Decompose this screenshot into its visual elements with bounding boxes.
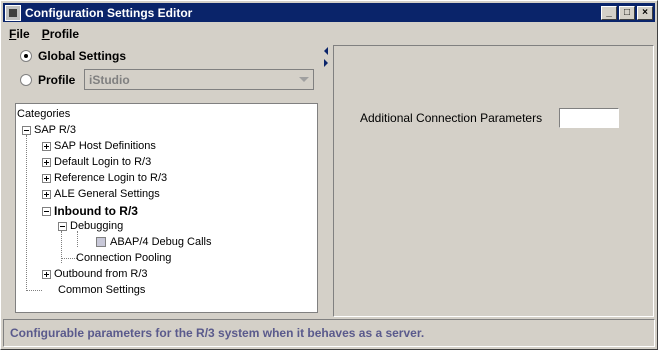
title-bar[interactable]: Configuration Settings Editor _ □ × [3, 3, 655, 22]
status-bar: Configurable parameters for the R/3 syst… [3, 319, 655, 347]
tree-node-connection-pooling[interactable]: Connection Pooling [76, 252, 171, 264]
global-settings-option[interactable]: Global Settings [20, 49, 126, 63]
collapse-icon[interactable] [42, 206, 51, 216]
tree-node-root[interactable]: SAP R/3 [22, 124, 76, 136]
main-window: Configuration Settings Editor _ □ × File… [0, 0, 658, 350]
global-settings-radio[interactable] [20, 50, 32, 62]
tree-node-label: SAP R/3 [34, 124, 76, 136]
profile-label: Profile [38, 73, 76, 87]
split-divider[interactable] [323, 45, 332, 317]
app-icon[interactable] [5, 4, 21, 21]
tree-node-label: Connection Pooling [76, 252, 172, 264]
tree-node-outbound[interactable]: Outbound from R/3 [42, 268, 148, 280]
tree-node-default-login[interactable]: Default Login to R/3 [42, 156, 151, 168]
tree-node-common-settings[interactable]: Common Settings [58, 284, 145, 296]
connection-params-input[interactable] [559, 108, 619, 128]
tree-node-label: Reference Login to R/3 [54, 172, 168, 184]
collapse-icon[interactable] [22, 125, 31, 135]
tree-node-ale-settings[interactable]: ALE General Settings [42, 188, 160, 200]
tree-node-host-definitions[interactable]: SAP Host Definitions [42, 140, 156, 152]
tree-node-label: Default Login to R/3 [54, 156, 152, 168]
window-title: Configuration Settings Editor [25, 5, 193, 20]
categories-label: Categories [17, 108, 71, 120]
expand-icon[interactable] [42, 269, 51, 279]
left-pane: Global Settings Profile iStudio Categori… [4, 45, 324, 317]
tree-node-reference-login[interactable]: Reference Login to R/3 [42, 172, 167, 184]
status-text: Configurable parameters for the R/3 syst… [10, 326, 425, 340]
tree-node-label: ALE General Settings [54, 188, 160, 200]
expand-icon[interactable] [42, 173, 51, 183]
profile-option[interactable]: Profile [20, 73, 75, 87]
categories-tree[interactable]: Categories SAP R/3 SAP Host Definitions … [15, 103, 318, 313]
tree-node-label: Inbound to R/3 [54, 204, 138, 218]
collapse-left-icon[interactable] [324, 47, 328, 55]
right-pane: Additional Connection Parameters [333, 45, 654, 317]
chevron-down-icon[interactable] [295, 70, 313, 89]
menu-profile[interactable]: Profile [36, 27, 85, 41]
tree-node-debugging[interactable]: Debugging [58, 220, 123, 232]
expand-icon[interactable] [42, 189, 51, 199]
tree-node-label: ABAP/4 Debug Calls [110, 236, 212, 248]
tree-node-label: Common Settings [58, 284, 146, 296]
menu-bar: File Profile [3, 24, 655, 44]
global-settings-label: Global Settings [38, 49, 127, 63]
tree-node-label: SAP Host Definitions [54, 140, 156, 152]
minimize-button[interactable]: _ [601, 5, 617, 20]
expand-icon[interactable] [42, 141, 51, 151]
close-button[interactable]: × [637, 5, 653, 20]
tree-node-label: Debugging [70, 220, 124, 232]
profile-select[interactable]: iStudio [84, 69, 314, 90]
maximize-button[interactable]: □ [619, 5, 635, 20]
menu-file[interactable]: File [3, 27, 36, 41]
tree-node-inbound[interactable]: Inbound to R/3 [42, 204, 138, 218]
collapse-icon[interactable] [58, 221, 67, 231]
expand-icon[interactable] [42, 157, 51, 167]
tree-node-abap-debug[interactable]: ABAP/4 Debug Calls [96, 236, 212, 248]
profile-select-value: iStudio [89, 72, 130, 87]
connection-params-label: Additional Connection Parameters [360, 111, 543, 125]
tree-node-label: Outbound from R/3 [54, 268, 148, 280]
leaf-icon [96, 237, 106, 247]
expand-right-icon[interactable] [324, 59, 328, 67]
profile-radio[interactable] [20, 74, 32, 86]
